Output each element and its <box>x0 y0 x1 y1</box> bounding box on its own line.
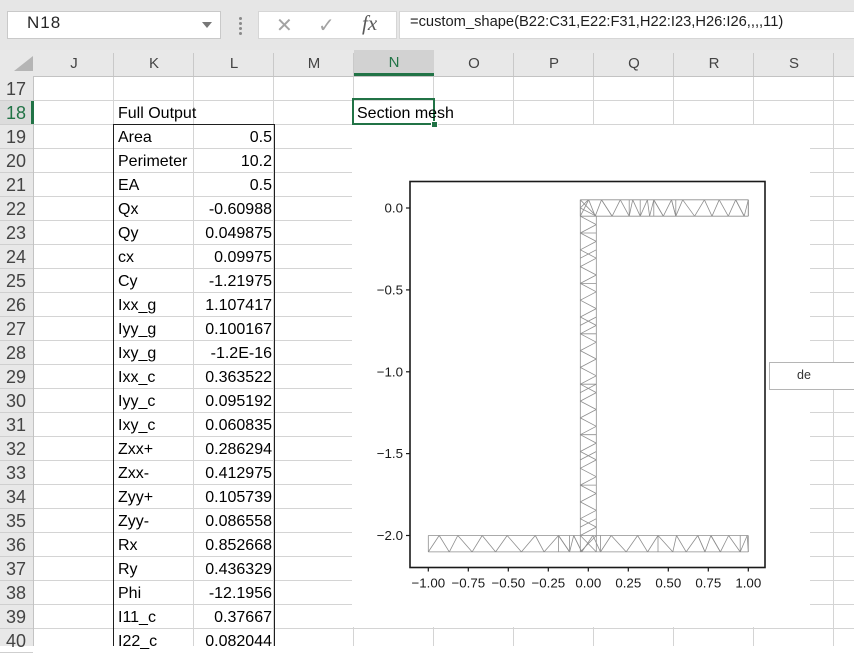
svg-text:−2.0: −2.0 <box>377 528 403 543</box>
svg-text:0.75: 0.75 <box>695 576 721 591</box>
svg-text:0.00: 0.00 <box>575 576 601 591</box>
svg-text:−1.5: −1.5 <box>377 446 403 461</box>
svg-text:−0.50: −0.50 <box>491 576 525 591</box>
svg-text:1.00: 1.00 <box>735 576 761 591</box>
svg-text:−1.00: −1.00 <box>411 576 445 591</box>
svg-text:−1.0: −1.0 <box>377 364 403 379</box>
svg-text:0.25: 0.25 <box>615 576 641 591</box>
svg-text:0.50: 0.50 <box>655 576 681 591</box>
svg-text:−0.5: −0.5 <box>377 283 403 298</box>
svg-text:−0.25: −0.25 <box>531 576 565 591</box>
svg-text:0.0: 0.0 <box>385 201 404 216</box>
svg-text:−0.75: −0.75 <box>451 576 485 591</box>
